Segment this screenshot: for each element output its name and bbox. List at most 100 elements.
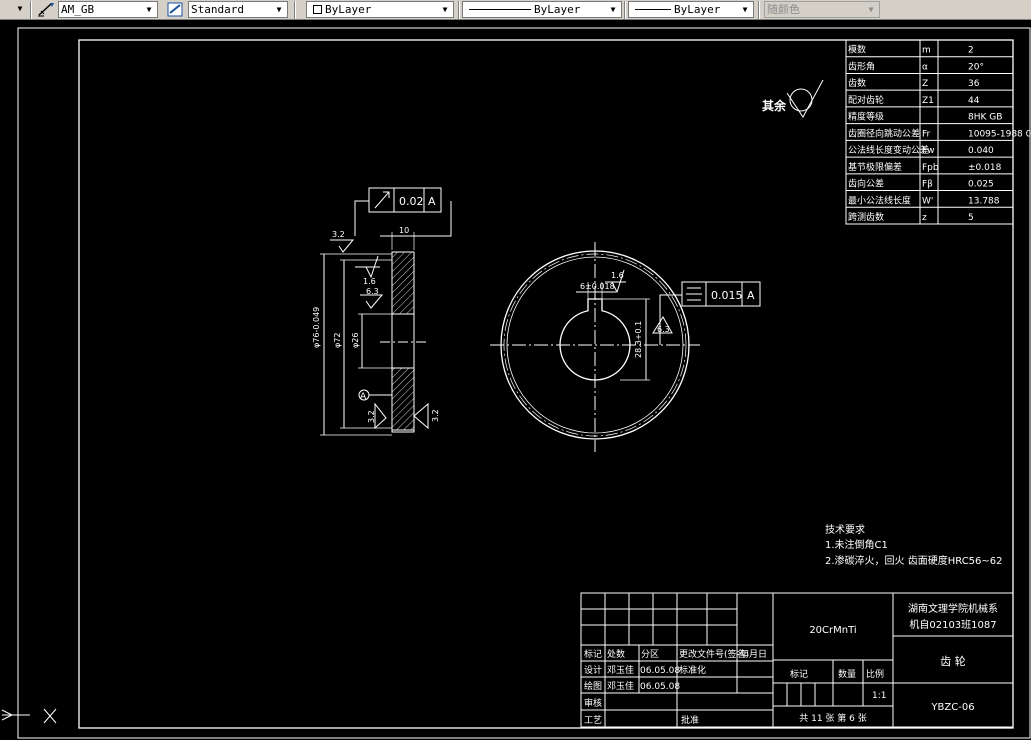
linetype-select[interactable]: ByLayer ▼	[462, 1, 622, 18]
drawing-canvas[interactable]: 模数 m 2 齿形角 α 20° 齿数 Z 36 配对齿轮 Z1 44 精度等级 8HK GB 齿圈径向跳动…	[0, 20, 1031, 740]
param-symbol: z	[922, 213, 927, 223]
param-symbol: Fr	[922, 129, 931, 139]
rest-roughness-note: 其余	[762, 79, 824, 118]
dim-72-diameter: φ72	[333, 333, 342, 348]
param-value: 5	[968, 213, 974, 223]
dim-26-diameter: φ26	[351, 333, 360, 348]
param-name: 齿数	[848, 77, 866, 89]
roughness-bottom-right-value: 3.2	[431, 409, 440, 422]
dim-width: 10	[399, 226, 409, 235]
param-value: 0.040	[968, 146, 994, 156]
tb-draw-name: 邓玉佳	[607, 680, 634, 692]
plot-style-value: 随颜色	[767, 3, 800, 16]
dim-style-select[interactable]: AM_GB ▼	[58, 1, 158, 18]
tb-drawing-no: YBZC-06	[930, 702, 974, 713]
layer-color-select[interactable]: ByLayer ▼	[306, 1, 454, 18]
toolbar-separator	[294, 1, 296, 19]
roughness-top-value: 3.2	[332, 230, 345, 239]
tb-design-name: 邓玉佳	[607, 664, 634, 676]
runout-datum: A	[428, 195, 436, 208]
tb-scale: 1:1	[872, 691, 886, 701]
dim-outer-diameter: φ76-0.049	[312, 307, 321, 348]
tech-req-item-2: 2.渗碳淬火，回火 齿面硬度HRC56~62	[825, 554, 1003, 567]
param-value: 2	[968, 46, 974, 56]
drawing-frame	[78, 39, 1014, 729]
param-value: 0.025	[968, 180, 994, 190]
tb-review-label: 审核	[584, 697, 602, 709]
chevron-down-icon: ▼	[610, 5, 616, 14]
toolbar-dropdown[interactable]: ▼	[0, 1, 28, 18]
lineweight-select[interactable]: ByLayer ▼	[628, 1, 754, 18]
param-symbol: Fw	[922, 146, 935, 156]
tb-part-name: 齿 轮	[940, 654, 966, 668]
chevron-down-icon: ▼	[276, 5, 282, 14]
tb-design-date: 06.05.08	[640, 666, 680, 676]
param-value: 13.788	[968, 196, 1000, 206]
param-name: 跨测齿数	[848, 211, 884, 223]
ucs-icon	[1, 708, 57, 724]
param-value: 10095-1988 0.045	[968, 129, 1031, 139]
symmetry-icon	[686, 287, 702, 301]
tb-sheets: 共 11 张 第 6 张	[799, 712, 866, 724]
param-value: 8HK GB	[968, 113, 1002, 123]
plot-style-select[interactable]: 随颜色 ▼	[764, 1, 880, 18]
chevron-down-icon: ▼	[146, 5, 152, 14]
tb-standardization: 标准化	[679, 664, 706, 676]
tb-qty-label: 数量	[838, 668, 856, 680]
param-name: 基节极限偏差	[848, 161, 902, 173]
param-symbol: Fβ	[922, 180, 933, 190]
param-name: 最小公法线长度	[848, 194, 911, 206]
tb-header-zone: 分区	[641, 649, 659, 660]
gear-parameter-table: 模数 m 2 齿形角 α 20° 齿数 Z 36 配对齿轮 Z1 44 精度等级 8HK GB 齿圈径向跳动…	[845, 39, 1031, 225]
tb-school: 湖南文理学院机械系	[908, 602, 998, 615]
param-name: 精度等级	[848, 111, 884, 123]
param-symbol: α	[922, 62, 928, 72]
param-symbol: m	[922, 46, 931, 56]
param-value: 44	[968, 96, 980, 106]
tb-ratio-label: 比例	[866, 668, 884, 680]
roughness-63-value: 6.3	[366, 287, 379, 296]
tb-design-label: 设计	[584, 664, 602, 676]
toolbar-separator	[30, 1, 32, 19]
toolbar-separator	[458, 1, 460, 19]
param-value: ±0.018	[968, 163, 1002, 173]
datum-label: A	[360, 392, 367, 402]
tb-header-count: 处数	[607, 648, 625, 660]
param-symbol: Z	[922, 79, 928, 89]
title-block-text: 标记 处数 分区 更改文件号(签名) 年月日 设计 邓玉佳 06.05.08 标…	[584, 602, 998, 726]
chevron-down-icon: ▼	[17, 4, 23, 13]
tb-header-mark: 标记	[584, 648, 602, 660]
key-depth-dim: 28.3+0.1	[634, 321, 643, 358]
text-style-select[interactable]: Standard ▼	[188, 1, 288, 18]
dimension-style-icon[interactable]	[36, 1, 56, 18]
tb-draw-date: 06.05.08	[640, 682, 680, 692]
param-name: 模数	[848, 44, 866, 56]
param-value: 20°	[968, 62, 984, 72]
param-symbol: Z1	[922, 96, 934, 106]
tech-req-title: 技术要求	[825, 523, 865, 536]
chevron-down-icon: ▼	[742, 5, 748, 14]
lineweight-sample-icon	[635, 9, 671, 10]
color-swatch-icon	[313, 5, 322, 14]
symmetry-tolerance-value: 0.015	[711, 289, 743, 302]
param-name: 公法线长度变动公差	[848, 144, 929, 156]
tb-process-label: 工艺	[584, 715, 602, 726]
lineweight-value: ByLayer	[674, 3, 721, 16]
runout-arrow-icon	[374, 191, 390, 209]
roughness-16-front-value: 1.6	[611, 271, 624, 280]
param-name: 齿向公差	[848, 178, 884, 190]
toolbar-separator	[624, 1, 626, 19]
tech-req-item-1: 1.未注倒角C1	[825, 538, 888, 551]
roughness-63-front-value: 6.3	[657, 325, 670, 334]
keyway-width-dim: 6±0.018	[580, 282, 615, 291]
symmetry-datum: A	[747, 289, 755, 302]
technical-requirements: 技术要求 1.未注倒角C1 2.渗碳淬火，回火 齿面硬度HRC56~62	[825, 523, 1003, 567]
text-style-icon[interactable]	[166, 1, 186, 18]
param-symbol: Fpb	[922, 163, 939, 173]
param-name: 齿形角	[848, 60, 875, 72]
linetype-sample-icon	[469, 9, 531, 10]
tb-draw-label: 绘图	[584, 680, 602, 692]
param-name: 配对齿轮	[848, 94, 884, 106]
tb-approve-label: 批准	[681, 714, 699, 726]
toolbar-separator	[758, 1, 760, 19]
